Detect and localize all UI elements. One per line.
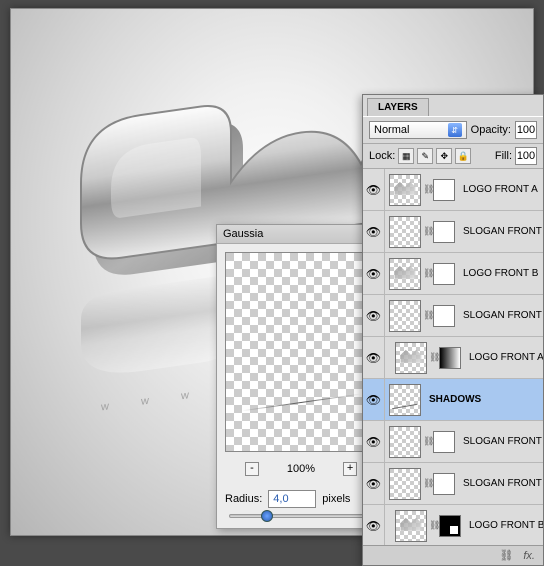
layer-mask-thumb[interactable] (433, 221, 455, 243)
zoom-level: 100% (287, 463, 315, 475)
layer-row[interactable]: 👁 ⛓ SLOGAN FRONT A (363, 211, 543, 253)
layers-panel: LAYERS Normal ⇵ Opacity: 100 Lock: ▦ ✎ ✥… (362, 94, 544, 566)
preview-content (242, 393, 361, 411)
svg-text:w: w (140, 395, 149, 408)
layer-mask-thumb[interactable] (439, 347, 461, 369)
visibility-eye-icon[interactable]: 👁 (363, 463, 385, 504)
layer-thumb[interactable] (389, 258, 421, 290)
visibility-eye-icon[interactable]: 👁 (363, 421, 385, 462)
layer-mask-thumb[interactable] (433, 263, 455, 285)
opacity-label: Opacity: (471, 124, 511, 136)
visibility-eye-icon[interactable]: 👁 (363, 211, 385, 252)
layer-mask-thumb[interactable] (439, 515, 461, 537)
layer-mask-thumb[interactable] (433, 473, 455, 495)
layer-thumb[interactable] (389, 300, 421, 332)
radius-input[interactable] (268, 490, 316, 508)
layer-name[interactable]: SHADOWS (425, 394, 543, 405)
lock-transparency-icon[interactable]: ▦ (398, 148, 414, 164)
layer-name[interactable]: SLOGAN FRONT B (459, 310, 543, 321)
layer-thumb[interactable] (389, 426, 421, 458)
fill-input[interactable]: 100 (515, 147, 537, 165)
svg-text:w: w (180, 389, 189, 402)
radius-unit: pixels (322, 493, 350, 505)
link-icon: ⛓ (423, 436, 431, 447)
layer-row[interactable]: 👁 SHADOWS (363, 379, 543, 421)
layers-tab[interactable]: LAYERS (367, 98, 429, 116)
zoom-out-button[interactable]: - (245, 462, 259, 476)
lock-position-icon[interactable]: ✥ (436, 148, 452, 164)
layer-row[interactable]: 👁 ⛓ SLOGAN FRONT A_R (363, 421, 543, 463)
filter-preview[interactable] (225, 252, 377, 452)
dialog-title: Gaussia (217, 225, 385, 244)
layer-mask-thumb[interactable] (433, 179, 455, 201)
layer-name[interactable]: LOGO FRONT A_R (465, 352, 543, 363)
layer-thumb[interactable] (395, 510, 427, 542)
link-icon: ⛓ (429, 520, 437, 531)
layer-row[interactable]: 👁 ⛓ SLOGAN FRONT B (363, 295, 543, 337)
slider-thumb[interactable] (261, 510, 273, 522)
layer-thumb[interactable] (389, 384, 421, 416)
layer-mask-thumb[interactable] (433, 305, 455, 327)
layer-name[interactable]: SLOGAN FRONT A_R (459, 436, 543, 447)
layer-name[interactable]: SLOGAN FRONT A (459, 226, 543, 237)
link-icon: ⛓ (429, 352, 437, 363)
link-icon: ⛓ (423, 478, 431, 489)
visibility-eye-icon[interactable]: 👁 (363, 253, 385, 294)
link-icon: ⛓ (423, 310, 431, 321)
layer-mask-thumb[interactable] (433, 431, 455, 453)
svg-text:w: w (100, 400, 109, 413)
radius-slider[interactable] (217, 512, 385, 528)
layer-name[interactable]: LOGO FRONT B (459, 268, 543, 279)
layers-footer: ⛓ fx. (363, 545, 543, 565)
link-icon: ⛓ (423, 184, 431, 195)
lock-all-icon[interactable]: 🔒 (455, 148, 471, 164)
layers-list: 👁 ⛓ LOGO FRONT A 👁 ⛓ SLOGAN FRONT A 👁 ⛓ LOGO FRO… (363, 169, 543, 545)
layer-thumb[interactable] (389, 216, 421, 248)
blend-mode-select[interactable]: Normal ⇵ (369, 121, 467, 139)
lock-label: Lock: (369, 150, 395, 162)
visibility-eye-icon[interactable]: 👁 (363, 379, 385, 420)
blend-mode-value: Normal (374, 124, 409, 136)
link-icon: ⛓ (423, 226, 431, 237)
visibility-eye-icon[interactable]: 👁 (363, 295, 385, 336)
layer-row[interactable]: 👁 ⛓ LOGO FRONT A_R (363, 337, 543, 379)
layer-thumb[interactable] (395, 342, 427, 374)
opacity-input[interactable]: 100 (515, 121, 537, 139)
layer-row[interactable]: 👁 ⛓ LOGO FRONT B (363, 253, 543, 295)
layer-thumb[interactable] (389, 468, 421, 500)
fill-label: Fill: (495, 150, 512, 162)
lock-paint-icon[interactable]: ✎ (417, 148, 433, 164)
visibility-eye-icon[interactable]: 👁 (363, 337, 385, 378)
radius-label: Radius: (225, 493, 262, 505)
gaussian-blur-dialog: Gaussia - 100% + Radius: pixels (216, 224, 386, 529)
visibility-eye-icon[interactable]: 👁 (363, 505, 385, 545)
layer-thumb[interactable] (389, 174, 421, 206)
dropdown-arrows-icon: ⇵ (448, 123, 462, 137)
layer-name[interactable]: LOGO FRONT A (459, 184, 543, 195)
visibility-eye-icon[interactable]: 👁 (363, 169, 385, 210)
layer-row[interactable]: 👁 ⛓ LOGO FRONT B_R (363, 505, 543, 545)
link-layers-icon[interactable]: ⛓ (499, 549, 513, 562)
layer-row[interactable]: 👁 ⛓ SLOGAN FRONT B_R (363, 463, 543, 505)
layer-name[interactable]: SLOGAN FRONT B_R (459, 478, 543, 489)
layer-row[interactable]: 👁 ⛓ LOGO FRONT A (363, 169, 543, 211)
layer-fx-icon[interactable]: fx. (523, 550, 535, 562)
zoom-in-button[interactable]: + (343, 462, 357, 476)
link-icon: ⛓ (423, 268, 431, 279)
layer-name[interactable]: LOGO FRONT B_R (465, 520, 543, 531)
